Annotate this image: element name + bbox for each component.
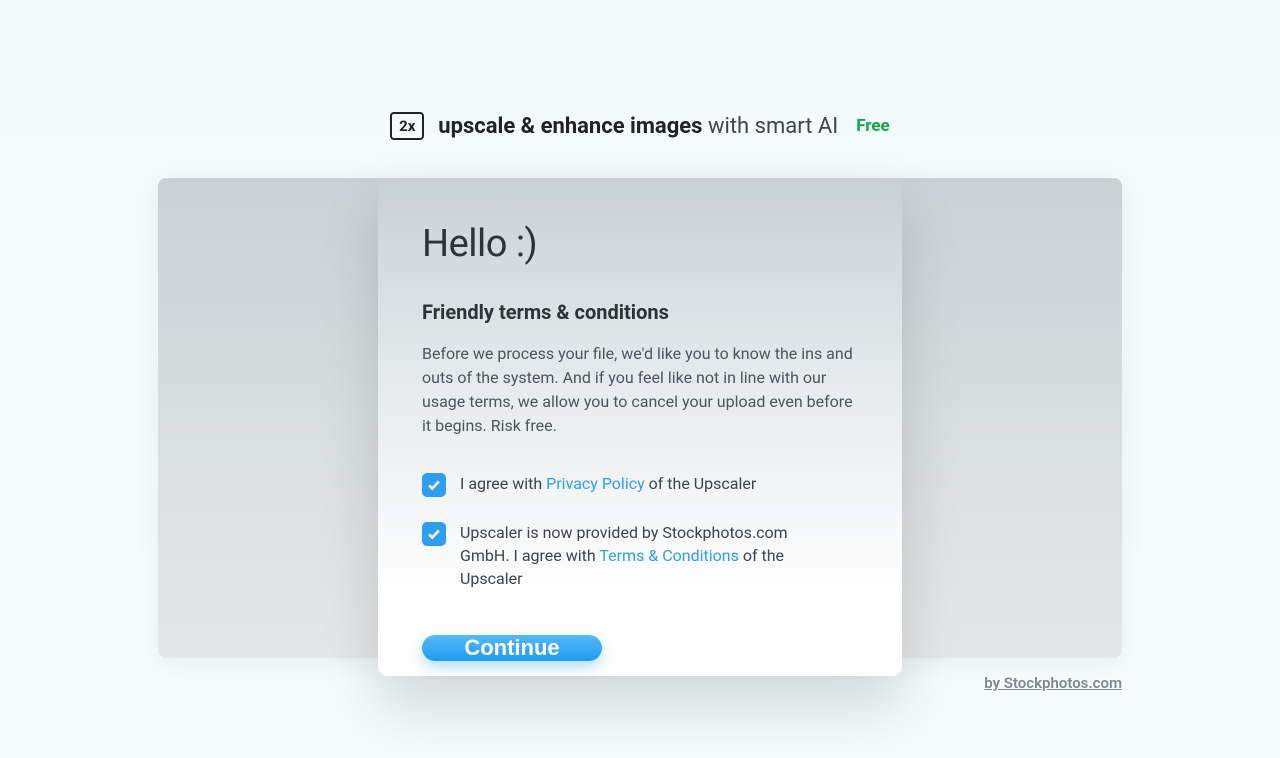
privacy-policy-link[interactable]: Privacy Policy bbox=[546, 474, 645, 493]
credit-link[interactable]: by Stockphotos.com bbox=[984, 674, 1122, 692]
terms-agree-row: Upscaler is now provided by Stockphotos.… bbox=[422, 521, 858, 591]
terms-label: Upscaler is now provided by Stockphotos.… bbox=[460, 521, 840, 591]
continue-button[interactable]: Continue bbox=[422, 635, 602, 661]
check-icon bbox=[427, 527, 441, 541]
modal-title: Hello :) bbox=[422, 222, 858, 266]
privacy-label: I agree with Privacy Policy of the Upsca… bbox=[460, 472, 756, 495]
terms-conditions-link[interactable]: Terms & Conditions bbox=[599, 546, 739, 565]
privacy-checkbox[interactable] bbox=[422, 473, 446, 497]
free-badge: Free bbox=[856, 116, 890, 136]
privacy-text-pre: I agree with bbox=[460, 474, 546, 493]
page-title-bold: upscale & enhance images bbox=[438, 114, 702, 139]
terms-checkbox[interactable] bbox=[422, 522, 446, 546]
page-title: upscale & enhance images with smart AI bbox=[438, 114, 838, 139]
page-header: 2x upscale & enhance images with smart A… bbox=[390, 112, 889, 140]
page-title-suffix: with smart AI bbox=[708, 114, 838, 139]
check-icon bbox=[427, 478, 441, 492]
logo-2x-badge: 2x bbox=[390, 112, 424, 140]
terms-modal: Hello :) Friendly terms & conditions Bef… bbox=[378, 178, 902, 676]
modal-body-text: Before we process your file, we'd like y… bbox=[422, 342, 858, 438]
modal-subtitle: Friendly terms & conditions bbox=[422, 300, 858, 324]
privacy-agree-row: I agree with Privacy Policy of the Upsca… bbox=[422, 472, 858, 497]
privacy-text-post: of the Upscaler bbox=[645, 474, 757, 493]
